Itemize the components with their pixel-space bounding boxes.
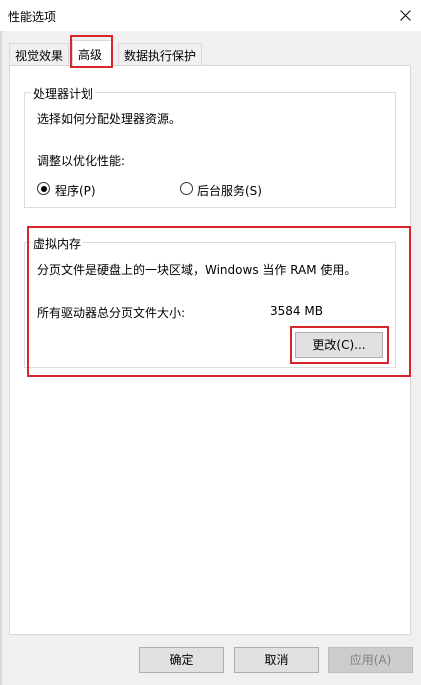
paging-file-total-label: 所有驱动器总分页文件大小: [37, 306, 186, 320]
close-icon [399, 10, 411, 21]
processor-group-title: 处理器计划 [31, 85, 96, 102]
paging-file-total-value: 3584 MB [270, 304, 323, 318]
tab-data-execution-prevention[interactable]: 数据执行保护 [118, 43, 203, 65]
processor-description: 选择如何分配处理器资源。 [37, 112, 182, 126]
adjust-label: 调整以优化性能: [37, 154, 126, 168]
virtual-memory-description: 分页文件是硬盘上的一块区域，Windows 当作 RAM 使用。 [37, 263, 357, 277]
apply-button[interactable]: 应用(A) [328, 647, 413, 673]
radio-programs-label[interactable]: 程序(P) [55, 182, 96, 199]
tab-label: 视觉效果 [15, 49, 64, 63]
radio-programs[interactable] [37, 182, 50, 195]
title-bar: 性能选项 [0, 0, 421, 31]
window-left-edge [0, 31, 2, 685]
tab-label: 高级 [78, 48, 103, 62]
window-title: 性能选项 [8, 10, 57, 24]
virtual-memory-title: 虚拟内存 [31, 235, 84, 252]
radio-background-services[interactable] [180, 182, 193, 195]
ok-button[interactable]: 确定 [139, 647, 224, 673]
cancel-button[interactable]: 取消 [234, 647, 319, 673]
change-button[interactable]: 更改(C)... [295, 332, 383, 358]
tab-label: 数据执行保护 [124, 49, 197, 63]
tab-visual-effects[interactable]: 视觉效果 [9, 43, 70, 65]
close-button[interactable] [389, 0, 421, 31]
tab-advanced[interactable]: 高级 [72, 40, 112, 66]
radio-background-services-label[interactable]: 后台服务(S) [197, 182, 262, 199]
